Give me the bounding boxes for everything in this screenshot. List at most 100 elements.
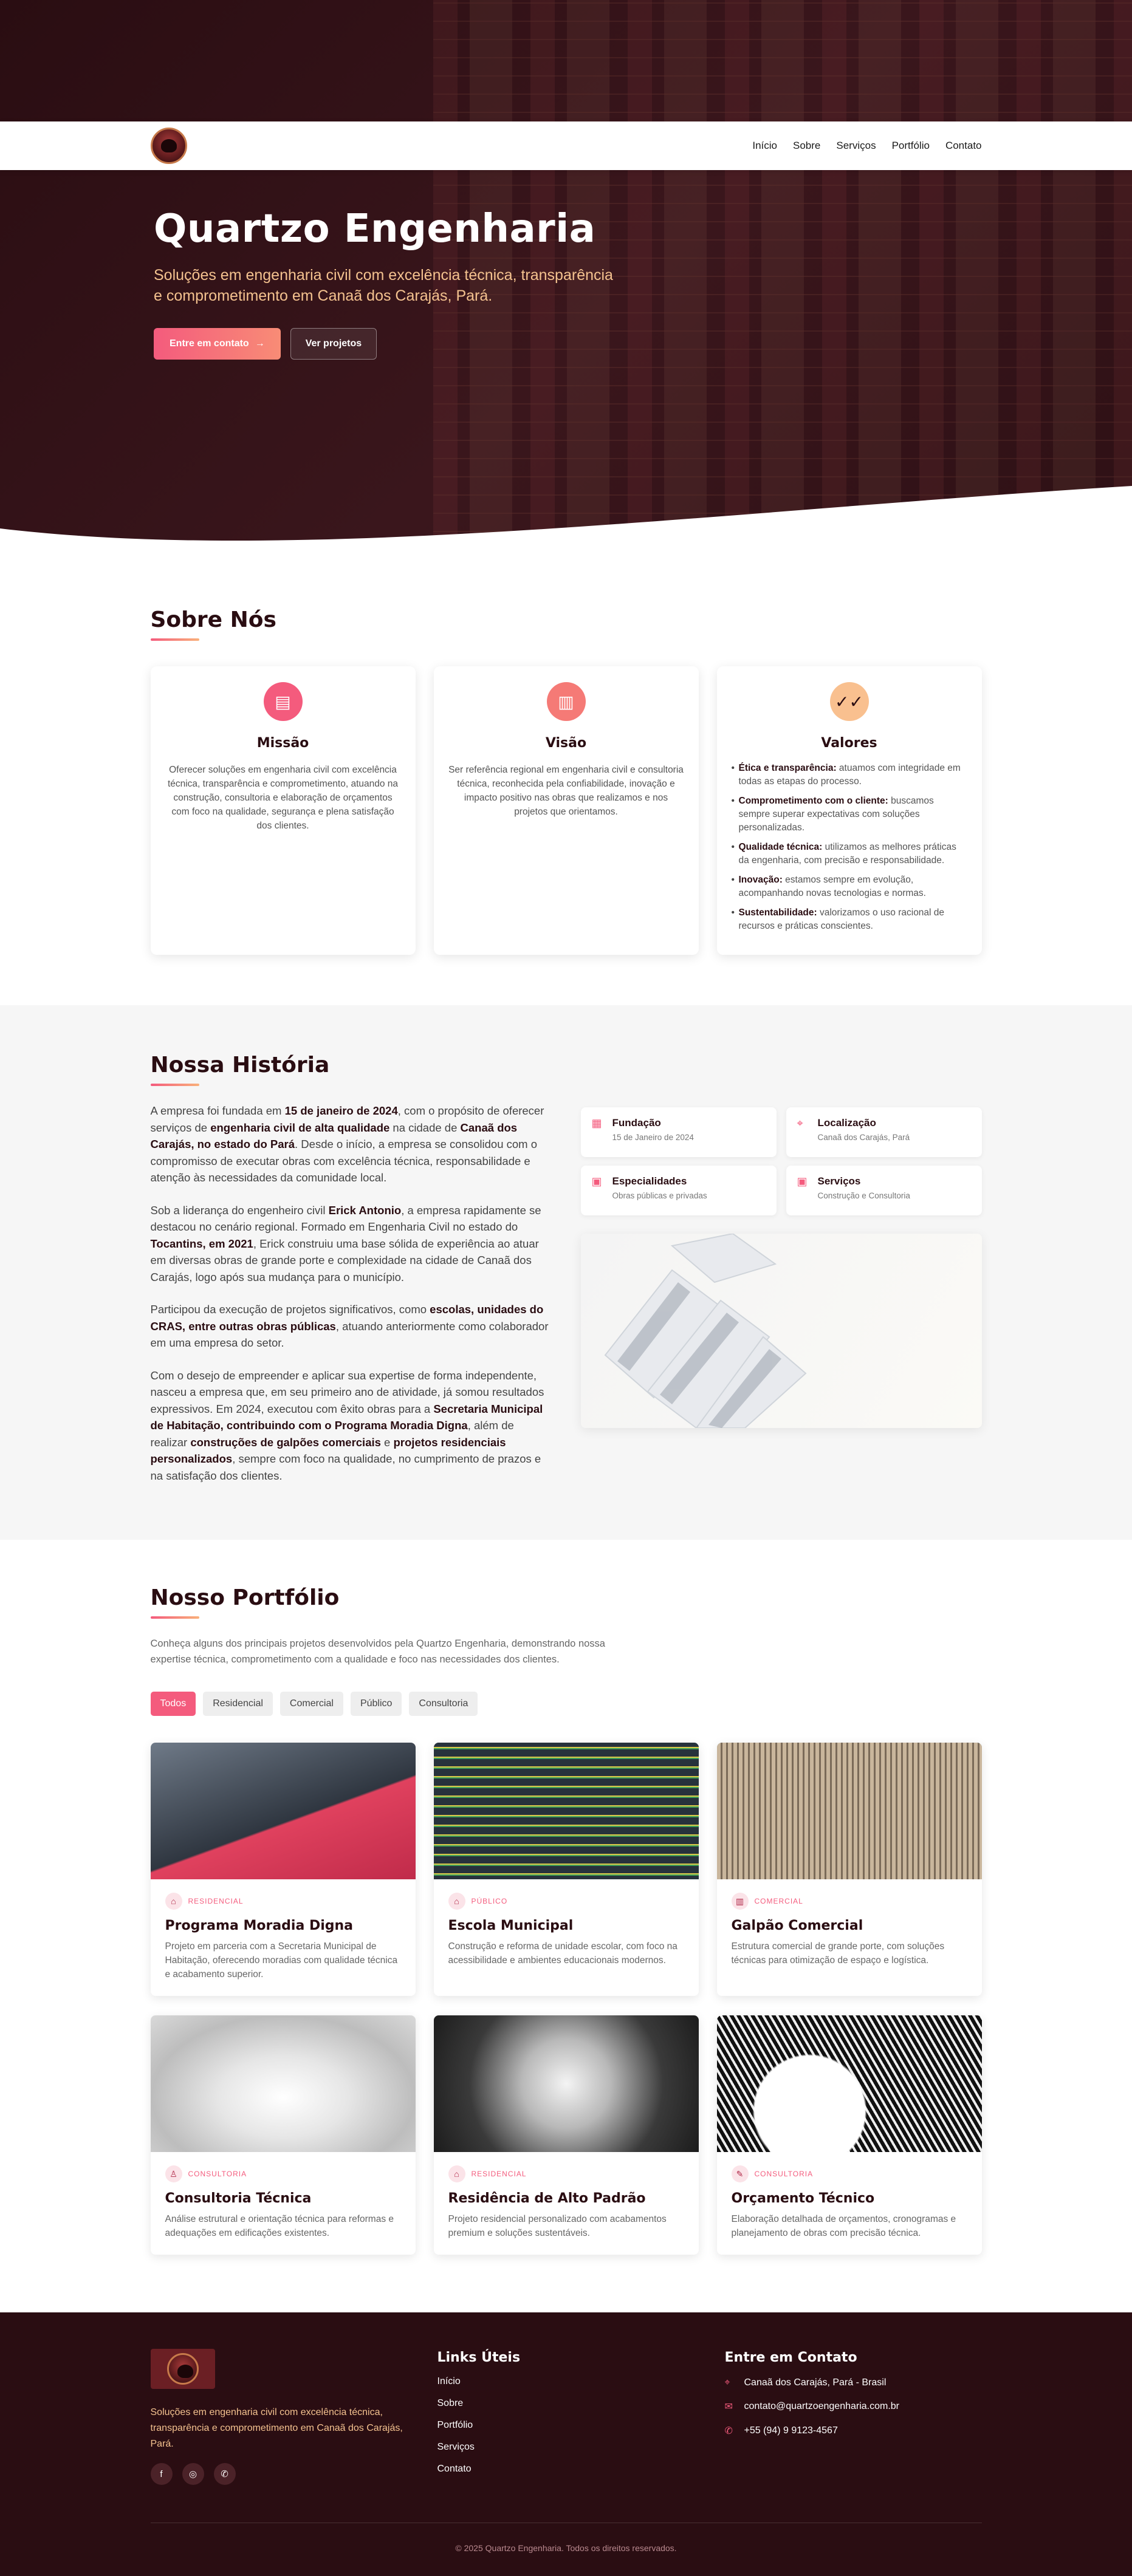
hero-section: Quartzo Engenharia Soluções em engenhari… (0, 0, 1132, 541)
title-underline (150, 1084, 199, 1086)
title-underline (150, 1616, 199, 1619)
view-projects-button[interactable]: Ver projetos (290, 328, 377, 360)
nav-link-portfolio[interactable]: Portfólio (892, 140, 930, 152)
nav-link-inicio[interactable]: Início (752, 140, 777, 152)
filter-residencial[interactable]: Residencial (203, 1692, 273, 1716)
project-image (433, 1743, 699, 1879)
project-description: Projeto em parceria com a Secretaria Mun… (165, 1941, 398, 1980)
contact-button-label: Entre em contato (170, 338, 249, 349)
footer-address: ⌖ Canaã dos Carajás, Pará - Brasil (724, 2377, 887, 2388)
home-icon: ⌂ (448, 2165, 465, 2182)
filter-publico[interactable]: Público (350, 1692, 402, 1716)
project-card[interactable]: ⌂ PÚBLICO Escola Municipal Construção e r… (433, 1743, 699, 1996)
project-card[interactable]: ⌂ RESIDENCIAL Residência de Alto Padrão P… (433, 2015, 699, 2255)
location-icon: ⌖ (724, 2377, 730, 2388)
hero-subtitle: Soluções em engenharia civil com excelên… (154, 267, 613, 304)
briefcase-icon: ▣ (591, 1175, 602, 1187)
footer-contact-title: Entre em Contato (724, 2350, 857, 2365)
info-card-services: ▣ Serviços Construção e Consultoria (786, 1166, 982, 1215)
portfolio-description: Conheça alguns dos principais projetos d… (150, 1638, 605, 1665)
facebook-icon[interactable]: f (150, 2463, 173, 2485)
arrow-right-icon: → (255, 338, 265, 349)
vision-title: Visão (545, 736, 587, 751)
project-description: Construção e reforma de unidade escolar,… (448, 1941, 677, 1966)
navbar: Início Sobre Serviços Portfólio Contato (0, 121, 1132, 170)
project-tag: RESIDENCIAL (188, 1897, 244, 1905)
about-section: Sobre Nós ▤ Missão Oferecer soluções em … (0, 607, 1132, 955)
footer-link-inicio[interactable]: Início (437, 2376, 521, 2387)
values-title: Valores (821, 736, 877, 751)
values-list: Ética e transparência: atuamos com integ… (732, 762, 967, 933)
pencil-icon: ✎ (731, 2165, 749, 2182)
project-card[interactable]: ▥ COMERCIAL Galpão Comercial Estrutura co… (716, 1743, 982, 1996)
project-title: Programa Moradia Digna (165, 1918, 354, 1933)
about-cards: ▤ Missão Oferecer soluções em engenharia… (150, 666, 982, 955)
social-links: f ◎ ✆ (150, 2463, 236, 2485)
portfolio-section: Nosso Portfólio Conheça alguns dos princ… (0, 1585, 1132, 2255)
phone-icon: ✆ (724, 2426, 733, 2436)
nav-link-sobre[interactable]: Sobre (793, 140, 820, 152)
map-icon: ▥ (546, 682, 586, 721)
history-info-grid: ▦ Fundação 15 de Janeiro de 2024 ⌖ Locali… (580, 1107, 982, 1215)
filter-todos[interactable]: Todos (150, 1692, 196, 1716)
filter-comercial[interactable]: Comercial (280, 1692, 343, 1716)
project-image (150, 2015, 416, 2152)
project-description: Análise estrutural e orientação técnica … (165, 2214, 394, 2238)
vision-card: ▥ Visão Ser referência regional em engen… (433, 666, 699, 955)
project-title: Galpão Comercial (731, 1918, 863, 1933)
footer-links: Links Úteis Início Sobre Portfólio Servi… (437, 2350, 521, 2475)
mission-text: Oferecer soluções em engenharia civil co… (167, 765, 399, 831)
footer-link-contato[interactable]: Contato (437, 2464, 521, 2475)
hero-wave (0, 486, 1132, 541)
project-description: Elaboração detalhada de orçamentos, cron… (731, 2214, 956, 2238)
logo[interactable] (150, 128, 187, 164)
home-icon: ⌂ (165, 1893, 182, 1910)
footer-description: Soluções em engenharia civil com excelên… (150, 2407, 403, 2449)
values-item: Qualidade técnica: utilizamos as melhore… (732, 841, 967, 867)
calendar-icon: ▦ (591, 1117, 602, 1129)
building-icon: ▥ (731, 1893, 749, 1910)
mission-card: ▤ Missão Oferecer soluções em engenharia… (150, 666, 416, 955)
instagram-icon[interactable]: ◎ (182, 2463, 204, 2485)
project-card[interactable]: ⌂ RESIDENCIAL Programa Moradia Digna Proj… (150, 1743, 416, 1996)
hero-buttons: Entre em contato → Ver projetos (154, 328, 616, 360)
title-underline (150, 638, 199, 641)
person-icon: ♙ (165, 2165, 182, 2182)
mission-title: Missão (256, 736, 309, 751)
history-paragraph-2: Sob a liderança do engenheiro civil Eric… (150, 1203, 541, 1283)
nav-link-servicos[interactable]: Serviços (836, 140, 876, 152)
footer-link-portfolio[interactable]: Portfólio (437, 2420, 521, 2431)
info-card-location: ⌖ Localização Canaã dos Carajás, Pará (786, 1107, 982, 1157)
project-image (716, 2015, 982, 2152)
project-tag: COMERCIAL (754, 1897, 803, 1905)
history-title: Nossa História (150, 1053, 330, 1078)
project-card[interactable]: ✎ CONSULTORIA Orçamento Técnico Elaboraçã… (716, 2015, 982, 2255)
values-item: Sustentabilidade: valorizamos o uso raci… (732, 906, 967, 933)
project-image (716, 1743, 982, 1879)
info-card-specialties: ▣ Especialidades Obras públicas e privada… (580, 1166, 777, 1215)
vision-text: Ser referência regional em engenharia ci… (448, 765, 684, 817)
whatsapp-icon[interactable]: ✆ (213, 2463, 236, 2485)
about-title: Sobre Nós (150, 607, 276, 632)
project-card[interactable]: ♙ CONSULTORIA Consultoria Técnica Análise… (150, 2015, 416, 2255)
home-icon: ⌂ (448, 1893, 465, 1910)
history-paragraph-4: Com o desejo de empreender e aplicar sua… (150, 1368, 544, 1482)
history-paragraph-1: A empresa foi fundada em 15 de janeiro d… (150, 1104, 544, 1184)
filter-consultoria[interactable]: Consultoria (409, 1692, 478, 1716)
footer-email[interactable]: ✉ contato@quartzoengenharia.com.br (725, 2400, 900, 2413)
contact-button[interactable]: Entre em contato → (154, 328, 281, 360)
nav-link-contato[interactable]: Contato (945, 140, 982, 152)
footer-link-sobre[interactable]: Sobre (437, 2398, 521, 2409)
briefcase-icon: ▣ (797, 1175, 808, 1187)
copyright: © 2025 Quartzo Engenharia. Todos os dire… (455, 2543, 677, 2553)
info-card-founding: ▦ Fundação 15 de Janeiro de 2024 (580, 1107, 777, 1157)
project-title: Residência de Alto Padrão (448, 2191, 646, 2206)
document-icon: ▤ (263, 682, 303, 721)
footer: Soluções em engenharia civil com excelên… (0, 2312, 1132, 2576)
footer-logo[interactable] (150, 2349, 215, 2389)
project-title: Consultoria Técnica (165, 2191, 312, 2206)
project-title: Orçamento Técnico (731, 2191, 875, 2206)
footer-phone[interactable]: ✆ +55 (94) 9 9123-4567 (725, 2425, 900, 2437)
footer-link-servicos[interactable]: Serviços (437, 2442, 521, 2453)
location-icon: ⌖ (797, 1117, 803, 1129)
